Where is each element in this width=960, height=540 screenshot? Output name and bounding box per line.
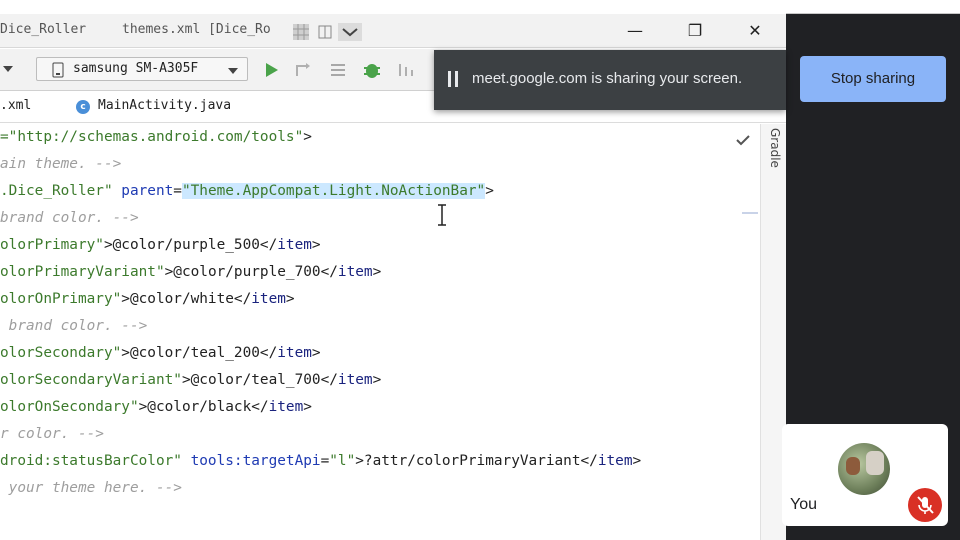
code-token: >@color/teal_700</	[181, 372, 338, 388]
code-token: ain theme. -->	[0, 156, 122, 172]
code-line[interactable]: olorSecondaryVariant">@color/teal_700</i…	[0, 369, 381, 391]
gradle-panel-tab[interactable]: Gradle	[764, 128, 782, 168]
code-line[interactable]: olorPrimary">@color/purple_500</item>	[0, 234, 321, 256]
code-token: >@color/black</	[138, 399, 269, 415]
code-line[interactable]: brand color. -->	[0, 207, 139, 229]
code-token: item	[597, 453, 633, 469]
phone-icon	[52, 62, 64, 78]
code-token: item	[337, 264, 373, 280]
project-title: Dice_Roller	[0, 22, 87, 37]
code-token: ="http://schemas.android.com/tools"	[0, 129, 304, 145]
mic-off-button[interactable]	[908, 488, 942, 522]
code-token: item	[277, 237, 312, 253]
grid-icon[interactable]	[292, 23, 310, 41]
code-token: olorSecondaryVariant"	[0, 372, 182, 388]
code-line[interactable]: olorOnPrimary">@color/white</item>	[0, 288, 295, 310]
code-token: =	[320, 453, 330, 469]
code-token: "l"	[329, 453, 356, 469]
code-token: .Dice_Roller"	[0, 183, 122, 199]
code-editor[interactable]: ="http://schemas.android.com/tools"> ain …	[0, 124, 760, 540]
code-token: >	[485, 183, 494, 199]
mic-off-icon	[917, 496, 934, 514]
tab-label: .xml	[0, 98, 32, 113]
code-token: r color. -->	[0, 426, 104, 442]
sharing-message: meet.google.com is sharing your screen.	[472, 70, 743, 87]
code-token: >	[285, 291, 295, 307]
code-token: droid:statusBarColor"	[0, 453, 191, 469]
code-token: item	[251, 291, 286, 307]
code-token: item	[277, 345, 312, 361]
code-token: =	[173, 183, 182, 199]
apply-changes-icon[interactable]	[294, 61, 314, 79]
code-token: item	[268, 399, 304, 415]
chevron-down-icon[interactable]	[338, 23, 362, 41]
code-token: your theme here. -->	[0, 480, 182, 496]
tab-mainactivity[interactable]: c MainActivity.java	[68, 91, 268, 123]
code-token: olorOnPrimary"	[0, 291, 122, 307]
code-line[interactable]: droid:statusBarColor" tools:targetApi="l…	[0, 450, 641, 472]
code-token: >	[311, 345, 321, 361]
device-name: samsung SM-A305F	[73, 61, 199, 76]
code-token: >	[303, 129, 312, 145]
code-line[interactable]: r color. -->	[0, 423, 104, 445]
chevron-down-icon	[228, 68, 238, 74]
code-line[interactable]: brand color. -->	[0, 315, 148, 337]
minimize-button[interactable]: —	[624, 20, 646, 42]
code-token: >	[372, 372, 382, 388]
dropdown-arrow-icon[interactable]	[2, 63, 14, 75]
avatar	[838, 443, 890, 495]
code-token: >@color/white</	[121, 291, 252, 307]
code-line[interactable]: ="http://schemas.android.com/tools">	[0, 126, 312, 148]
tab-themes-xml[interactable]: .xml	[0, 91, 66, 123]
code-token: >	[303, 399, 312, 415]
self-video-tile[interactable]: You	[782, 424, 948, 526]
file-title: themes.xml [Dice_Ro	[122, 22, 271, 37]
code-token: >@color/purple_500</	[103, 237, 278, 253]
code-token: brand color. -->	[0, 210, 139, 226]
close-button[interactable]: ✕	[744, 20, 766, 42]
code-line[interactable]: olorPrimaryVariant">@color/purple_700</i…	[0, 261, 381, 283]
ide-title-bar: Dice_Roller themes.xml [Dice_Ro — ❐ ✕	[0, 14, 786, 48]
code-token: olorPrimary"	[0, 237, 104, 253]
split-icon[interactable]	[316, 23, 334, 41]
device-selector[interactable]: samsung SM-A305F	[36, 57, 248, 81]
scroll-marker	[742, 212, 758, 214]
code-token: >@color/purple_700</	[164, 264, 338, 280]
tab-label: MainActivity.java	[98, 98, 232, 113]
code-token: item	[337, 372, 373, 388]
code-token: olorSecondary"	[0, 345, 122, 361]
code-token: olorOnSecondary"	[0, 399, 139, 415]
self-name-label: You	[790, 496, 817, 513]
checkmark-icon	[736, 135, 750, 146]
code-token: >	[632, 453, 642, 469]
debug-bug-icon[interactable]	[362, 60, 382, 80]
code-line[interactable]: .Dice_Roller" parent="Theme.AppCompat.Li…	[0, 180, 494, 202]
restore-button[interactable]: ❐	[684, 20, 706, 42]
pause-icon	[448, 71, 459, 87]
text-cursor-icon	[438, 204, 446, 226]
code-token: tools:targetApi	[190, 453, 321, 469]
java-class-icon: c	[76, 100, 90, 114]
code-token: parent	[121, 183, 174, 199]
code-token: brand color. -->	[0, 318, 148, 334]
code-token: >@color/teal_200</	[121, 345, 278, 361]
code-token: >?attr/colorPrimaryVariant</	[355, 453, 598, 469]
code-line[interactable]: your theme here. -->	[0, 477, 182, 499]
code-token: "Theme.AppCompat.Light.NoActionBar"	[181, 183, 486, 199]
code-token: >	[372, 264, 382, 280]
screen-sharing-banner: meet.google.com is sharing your screen.	[434, 50, 786, 110]
code-token: olorPrimaryVariant"	[0, 264, 165, 280]
code-line[interactable]: olorSecondary">@color/teal_200</item>	[0, 342, 321, 364]
code-line[interactable]: olorOnSecondary">@color/black</item>	[0, 396, 312, 418]
stop-sharing-button[interactable]: Stop sharing	[800, 56, 946, 102]
attach-debugger-icon[interactable]	[396, 61, 416, 79]
run-icon[interactable]	[262, 61, 280, 79]
code-token: >	[311, 237, 321, 253]
apply-code-changes-icon[interactable]	[328, 61, 348, 79]
code-line[interactable]: ain theme. -->	[0, 153, 121, 175]
